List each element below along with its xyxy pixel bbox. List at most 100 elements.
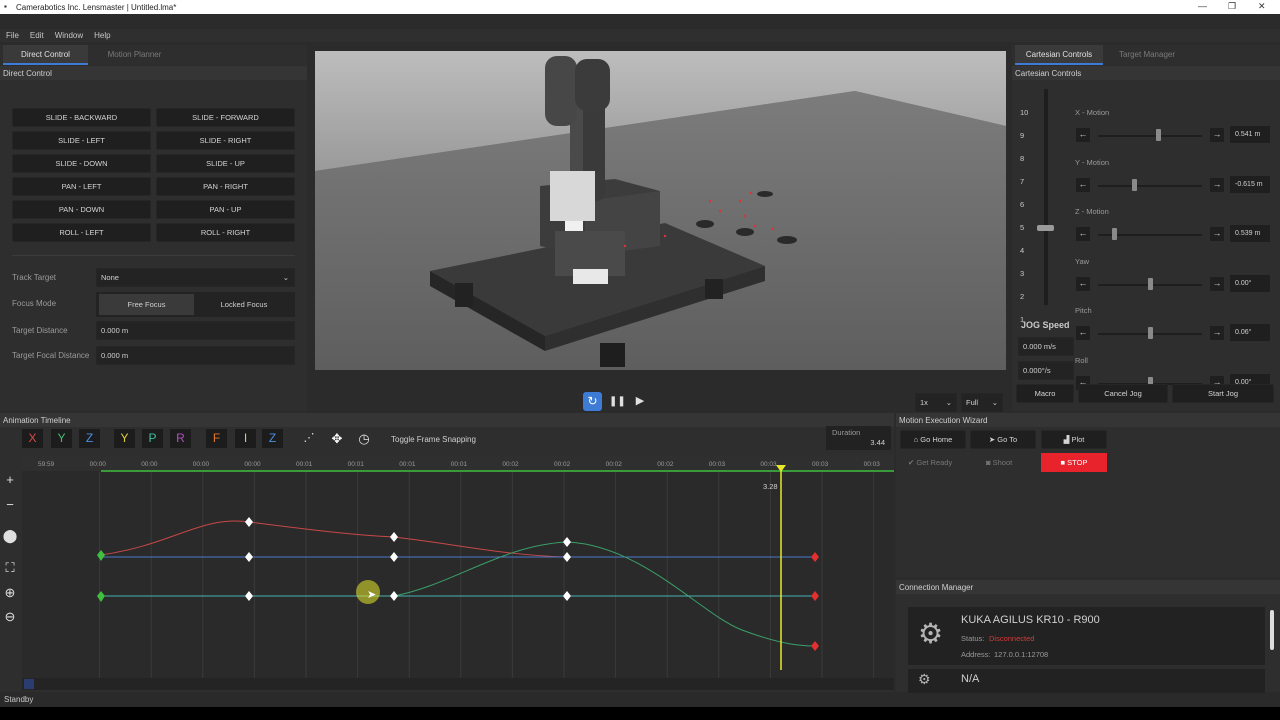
- locked-focus-option[interactable]: Locked Focus: [196, 294, 292, 315]
- zoom-in-button[interactable]: ⊕: [2, 585, 18, 601]
- slide-left-button[interactable]: SLIDE - LEFT: [12, 131, 151, 150]
- jog-angular-field[interactable]: 0.000°/s: [1018, 361, 1074, 380]
- tab-cartesian-controls[interactable]: Cartesian Controls: [1015, 45, 1103, 65]
- channel-toggle-i[interactable]: I: [235, 429, 256, 448]
- jog-scale-tick: 10: [1020, 108, 1029, 117]
- channel-toggle-x[interactable]: X: [22, 429, 43, 448]
- ruler-tick-label: 00:03: [812, 461, 829, 468]
- go-home-button[interactable]: ⌂ Go Home: [900, 430, 966, 449]
- channel-toggle-r[interactable]: R: [170, 429, 191, 448]
- channel-toggle-p[interactable]: P: [142, 429, 163, 448]
- curve-editor[interactable]: 59:59 00:00 00:00 00:00 00:00 00:01 00:01 00:01…: [22, 455, 894, 690]
- decrement-arrow-icon[interactable]: ←: [1076, 276, 1090, 291]
- start-jog-button[interactable]: Start Jog: [1172, 384, 1274, 403]
- slide-down-button[interactable]: SLIDE - DOWN: [12, 154, 151, 173]
- increment-arrow-icon[interactable]: →: [1210, 276, 1224, 291]
- pause-button[interactable]: ❚❚: [609, 392, 626, 411]
- axis-value-field[interactable]: 0.00°: [1230, 274, 1270, 292]
- shoot-button[interactable]: ◙ Shoot: [986, 458, 1012, 467]
- tab-motion-planner[interactable]: Motion Planner: [92, 45, 177, 65]
- tab-direct-control[interactable]: Direct Control: [3, 45, 88, 65]
- scrollbar[interactable]: [1270, 610, 1274, 650]
- decrement-arrow-icon[interactable]: ←: [1076, 227, 1090, 242]
- quality-select[interactable]: Full ⌄: [961, 393, 1003, 412]
- roll-left-button[interactable]: ROLL - LEFT: [12, 223, 151, 242]
- axis-value-field[interactable]: 0.06°: [1230, 324, 1270, 342]
- roll-right-button[interactable]: ROLL - RIGHT: [156, 223, 295, 242]
- slide-backward-button[interactable]: SLIDE - BACKWARD: [12, 108, 151, 127]
- jog-linear-field[interactable]: 0.000 m/s: [1018, 337, 1074, 356]
- jog-slider-track[interactable]: [1044, 89, 1048, 305]
- axis-slider-track[interactable]: [1098, 135, 1202, 137]
- marker-button[interactable]: ⬤: [2, 528, 18, 544]
- menu-edit[interactable]: Edit: [24, 29, 49, 40]
- zoom-out-button[interactable]: ⊖: [2, 609, 18, 625]
- speed-select[interactable]: 1x ⌄: [915, 393, 957, 412]
- pan-up-button[interactable]: PAN - UP: [156, 200, 295, 219]
- tab-target-manager[interactable]: Target Manager: [1107, 45, 1187, 65]
- robot-card[interactable]: ⚙ KUKA AGILUS KR10 - R900 Status: Discon…: [908, 607, 1265, 665]
- slide-forward-button[interactable]: SLIDE - FORWARD: [156, 108, 295, 127]
- remove-keyframe-button[interactable]: −: [2, 497, 18, 513]
- increment-arrow-icon[interactable]: →: [1210, 128, 1224, 142]
- channel-toggle-f[interactable]: F: [206, 429, 227, 448]
- go-to-button[interactable]: ➤ Go To: [970, 430, 1036, 449]
- keyframe-tool-button[interactable]: ⋰: [300, 429, 318, 448]
- pan-down-button[interactable]: PAN - DOWN: [12, 200, 151, 219]
- snap-tool-button[interactable]: ✥: [327, 429, 347, 448]
- maximize-icon[interactable]: ❐: [1228, 1, 1236, 12]
- focus-mode-toggle: Free Focus Locked Focus: [96, 292, 295, 317]
- target-focal-field[interactable]: 0.000 m: [96, 346, 295, 365]
- increment-arrow-icon[interactable]: →: [1210, 326, 1224, 341]
- menu-window[interactable]: Window: [49, 29, 88, 40]
- macro-button[interactable]: Macro: [1016, 384, 1074, 403]
- axis-value-field[interactable]: 0.539 m: [1230, 225, 1270, 243]
- slide-up-button[interactable]: SLIDE - UP: [156, 154, 295, 173]
- wizard-panel: Motion Execution Wizard ⌂ Go Home ➤ Go T…: [896, 413, 1280, 577]
- axis-slider-thumb[interactable]: [1132, 178, 1138, 191]
- scrollbar-thumb[interactable]: [24, 679, 34, 689]
- jog-slider-thumb[interactable]: [1037, 225, 1054, 231]
- add-keyframe-button[interactable]: +: [2, 472, 18, 488]
- pan-right-button[interactable]: PAN - RIGHT: [156, 177, 295, 196]
- plot-button[interactable]: ▟ Plot: [1041, 430, 1107, 449]
- cancel-jog-button[interactable]: Cancel Jog: [1078, 384, 1168, 403]
- direct-control-title: Direct Control: [3, 69, 52, 78]
- axis-value-field[interactable]: 0.541 m: [1230, 126, 1270, 143]
- axis-value-field[interactable]: -0.615 m: [1230, 175, 1270, 193]
- status-bar: Standby: [0, 693, 1280, 707]
- slide-right-button[interactable]: SLIDE - RIGHT: [156, 131, 295, 150]
- track-target-select[interactable]: None ⌄: [96, 268, 295, 287]
- axis-slider-thumb[interactable]: [1156, 129, 1162, 141]
- minimize-icon[interactable]: —: [1198, 1, 1207, 11]
- axis-slider-thumb[interactable]: [1148, 277, 1153, 290]
- close-icon[interactable]: ✕: [1258, 1, 1266, 12]
- channel-toggle-z[interactable]: Z: [79, 429, 100, 448]
- axis-slider-track[interactable]: [1098, 184, 1202, 187]
- channel-toggle-y[interactable]: Y: [51, 429, 72, 448]
- duration-box[interactable]: Duration 3.44: [826, 426, 891, 450]
- robot-icon: ⚙: [918, 671, 931, 687]
- frame-snapping-button[interactable]: ◷: [354, 429, 374, 448]
- loop-button[interactable]: ↻: [583, 392, 602, 411]
- get-ready-button[interactable]: ✔ Get Ready: [908, 458, 952, 467]
- play-button[interactable]: ▶: [632, 392, 648, 411]
- channel-toggle-z[interactable]: Z: [262, 429, 283, 448]
- fit-view-button[interactable]: ⛶: [2, 560, 18, 576]
- decrement-arrow-icon[interactable]: ←: [1076, 326, 1090, 341]
- increment-arrow-icon[interactable]: →: [1210, 227, 1224, 242]
- axis-slider-thumb[interactable]: [1148, 327, 1153, 340]
- channel-toggle-y[interactable]: Y: [114, 429, 135, 448]
- 3d-viewport[interactable]: [315, 51, 1006, 370]
- timeline-scrollbar[interactable]: [22, 678, 894, 690]
- free-focus-option[interactable]: Free Focus: [99, 294, 194, 315]
- menu-file[interactable]: File: [0, 29, 24, 40]
- increment-arrow-icon[interactable]: →: [1210, 177, 1224, 192]
- target-distance-field[interactable]: 0.000 m: [96, 321, 295, 340]
- axis-slider-thumb[interactable]: [1111, 228, 1117, 241]
- pan-left-button[interactable]: PAN - LEFT: [12, 177, 151, 196]
- stop-button[interactable]: ■ STOP: [1041, 453, 1107, 472]
- menu-help[interactable]: Help: [88, 29, 115, 40]
- decrement-arrow-icon[interactable]: ←: [1076, 128, 1090, 142]
- decrement-arrow-icon[interactable]: ←: [1076, 177, 1090, 192]
